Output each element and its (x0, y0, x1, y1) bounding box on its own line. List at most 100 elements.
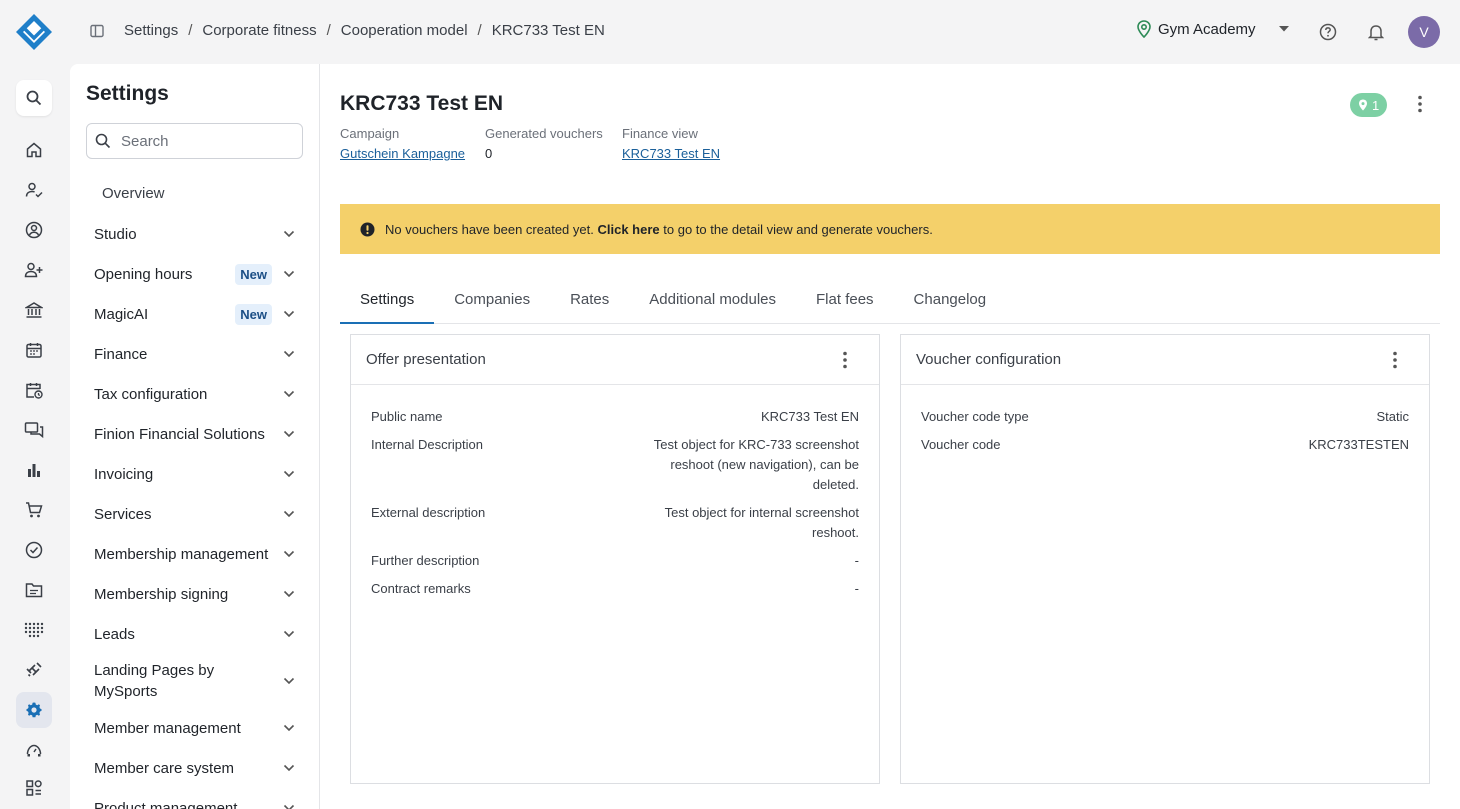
user-check-icon (25, 182, 43, 198)
page-more-button[interactable] (1408, 92, 1432, 116)
breadcrumb-settings[interactable]: Settings (124, 22, 178, 39)
sidebar-item-services[interactable]: Services (86, 494, 304, 534)
chevron-down-icon (282, 547, 296, 561)
sidebar-search-input[interactable] (121, 132, 291, 150)
sidebar-item-studio[interactable]: Studio (86, 214, 304, 254)
sidebar-item-membership-signing[interactable]: Membership signing (86, 574, 304, 614)
rail-shop[interactable] (16, 492, 52, 528)
tab-settings[interactable]: Settings (340, 282, 435, 324)
location-count: 1 (1372, 97, 1380, 113)
sidebar-item-tax-configuration[interactable]: Tax configuration (86, 374, 304, 414)
chevron-down-icon (282, 307, 296, 321)
app-logo-icon[interactable] (14, 12, 54, 52)
sidebar-toggle-icon (90, 24, 104, 38)
rail-members[interactable] (16, 212, 52, 248)
tab-rates[interactable]: Rates (550, 282, 629, 324)
alert-click-here-link[interactable]: Click here (597, 222, 659, 237)
rail-support[interactable] (16, 732, 52, 768)
sidebar-title: Settings (86, 82, 169, 105)
tab-additional-modules[interactable]: Additional modules (629, 282, 796, 324)
rail-messages[interactable] (16, 412, 52, 448)
sidebar-item-finance[interactable]: Finance (86, 334, 304, 374)
breadcrumb-cooperation-model[interactable]: Cooperation model (341, 22, 468, 39)
sidebar-search[interactable] (86, 123, 303, 159)
voucher-configuration-card: Voucher configuration Voucher code type S… (900, 334, 1430, 784)
chevron-down-icon (282, 507, 296, 521)
rail-analytics[interactable] (16, 452, 52, 488)
meta-generated-vouchers: Generated vouchers 0 (485, 126, 603, 161)
location-pin-icon (1137, 20, 1151, 38)
profile-icon (25, 221, 43, 239)
sidebar-list: Studio Opening hours New MagicAI New Fin… (86, 214, 304, 809)
sidebar-item-landing-pages[interactable]: Landing Pages by MySports (86, 654, 304, 708)
rail-settings[interactable] (16, 692, 52, 728)
sidebar-item-overview[interactable]: Overview (102, 185, 165, 202)
check-circle-icon (25, 541, 43, 559)
tab-companies[interactable]: Companies (434, 282, 550, 324)
main-content: KRC733 Test EN 1 Campaign Gutschein Kamp… (320, 64, 1460, 809)
studio-selector[interactable]: Gym Academy (1136, 20, 1290, 38)
meta-finance-view: Finance view KRC733 Test EN (622, 126, 721, 161)
sidebar-item-membership-management[interactable]: Membership management (86, 534, 304, 574)
gauge-icon (26, 744, 42, 757)
sidebar-item-member-care-system[interactable]: Member care system (86, 748, 304, 788)
more-vertical-icon (1418, 95, 1422, 113)
offer-card-more-button[interactable] (835, 349, 855, 371)
bell-icon (1368, 25, 1384, 41)
rail-search-button[interactable] (16, 80, 52, 116)
folder-icon (25, 583, 43, 598)
rail-training[interactable] (16, 652, 52, 688)
rail-more[interactable] (16, 770, 52, 806)
bar-chart-icon (28, 464, 40, 477)
dumbbell-icon (26, 662, 42, 677)
detail-row-voucher-code-type: Voucher code type Static (921, 409, 1409, 424)
chevron-down-icon (282, 387, 296, 401)
new-badge: New (235, 263, 272, 285)
sidebar-item-magicai[interactable]: MagicAI New (86, 294, 304, 334)
chevron-down-icon (282, 347, 296, 361)
card-title: Voucher configuration (916, 351, 1062, 368)
sidebar-item-leads[interactable]: Leads (86, 614, 304, 654)
chevron-down-icon (282, 801, 296, 809)
chevron-down-icon (282, 674, 296, 688)
settings-sidebar: Settings Overview Studio Opening hours N… (70, 64, 320, 809)
tab-changelog[interactable]: Changelog (894, 282, 1007, 324)
avatar[interactable]: V (1408, 16, 1440, 48)
voucher-card-more-button[interactable] (1385, 349, 1405, 371)
finance-view-link[interactable]: KRC733 Test EN (622, 146, 720, 161)
rail-checkin[interactable] (16, 172, 52, 208)
chevron-down-icon (1278, 26, 1289, 32)
sidebar-item-opening-hours[interactable]: Opening hours New (86, 254, 304, 294)
apps-icon (26, 780, 42, 796)
sidebar-item-product-management[interactable]: Product management (86, 788, 304, 809)
alert-icon (360, 222, 375, 236)
notifications-button[interactable] (1364, 20, 1388, 44)
breadcrumb: Settings / Corporate fitness / Cooperati… (124, 22, 605, 39)
rail-home[interactable] (16, 132, 52, 168)
campaign-link[interactable]: Gutschein Kampagne (340, 146, 465, 161)
help-button[interactable] (1316, 20, 1340, 44)
home-icon (26, 142, 42, 158)
rail-apps[interactable] (16, 612, 52, 648)
rail-appointments[interactable] (16, 372, 52, 408)
rail-finance[interactable] (16, 292, 52, 328)
rail-tasks[interactable] (16, 532, 52, 568)
location-pin-icon (1359, 99, 1367, 111)
tab-bar: Settings Companies Rates Additional modu… (340, 282, 1440, 324)
sidebar-toggle-button[interactable] (86, 20, 108, 42)
detail-row-voucher-code: Voucher code KRC733TESTEN (921, 437, 1409, 452)
sidebar-item-member-management[interactable]: Member management (86, 708, 304, 748)
tab-flat-fees[interactable]: Flat fees (796, 282, 894, 324)
rail-documents[interactable] (16, 572, 52, 608)
location-count-badge[interactable]: 1 (1350, 93, 1388, 117)
studio-name: Gym Academy (1158, 20, 1256, 38)
more-vertical-icon (1393, 351, 1397, 369)
breadcrumb-corporate-fitness[interactable]: Corporate fitness (202, 22, 316, 39)
gear-icon (26, 702, 42, 718)
meta-campaign: Campaign Gutschein Kampagne (340, 126, 466, 161)
rail-leads[interactable] (16, 252, 52, 288)
rail-calendar[interactable] (16, 332, 52, 368)
offer-presentation-card: Offer presentation Public name KRC733 Tes… (350, 334, 880, 784)
sidebar-item-invoicing[interactable]: Invoicing (86, 454, 304, 494)
sidebar-item-finion[interactable]: Finion Financial Solutions (86, 414, 304, 454)
